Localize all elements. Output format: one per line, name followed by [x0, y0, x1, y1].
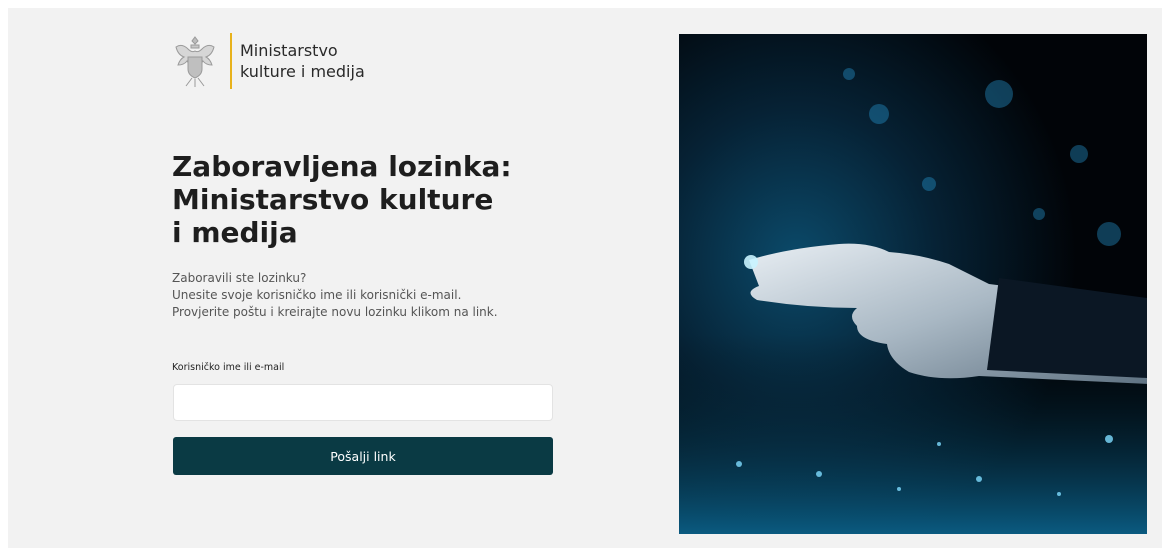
- logo-text: Ministarstvo kulture i medija: [240, 40, 365, 82]
- hero-image: [679, 34, 1147, 534]
- ministry-logo[interactable]: Ministarstvo kulture i medija: [172, 33, 365, 89]
- instructions-line-2: Unesite svoje korisničko ime ili korisni…: [172, 288, 462, 302]
- logo-divider: [230, 33, 232, 89]
- hand-touching-digital-data-icon: [679, 34, 1147, 534]
- username-label: Korisničko ime ili e-mail: [172, 362, 285, 373]
- page-title-line-2: Ministarstvo kulture: [172, 183, 494, 216]
- page-title-line-3: i medija: [172, 216, 298, 249]
- coat-of-arms-icon: [175, 36, 215, 87]
- page-title-line-1: Zaboravljena lozinka:: [172, 150, 512, 183]
- logo-line-2: kulture i medija: [240, 62, 365, 81]
- logo-line-1: Ministarstvo: [240, 41, 338, 60]
- username-email-input[interactable]: [173, 384, 553, 421]
- instructions-line-3: Provjerite poštu i kreirajte novu lozink…: [172, 305, 498, 319]
- instructions-line-1: Zaboravili ste lozinku?: [172, 271, 307, 285]
- page-title: Zaboravljena lozinka: Ministarstvo kultu…: [172, 150, 552, 249]
- instructions-text: Zaboravili ste lozinku? Unesite svoje ko…: [172, 270, 552, 321]
- send-link-button[interactable]: Pošalji link: [173, 437, 553, 475]
